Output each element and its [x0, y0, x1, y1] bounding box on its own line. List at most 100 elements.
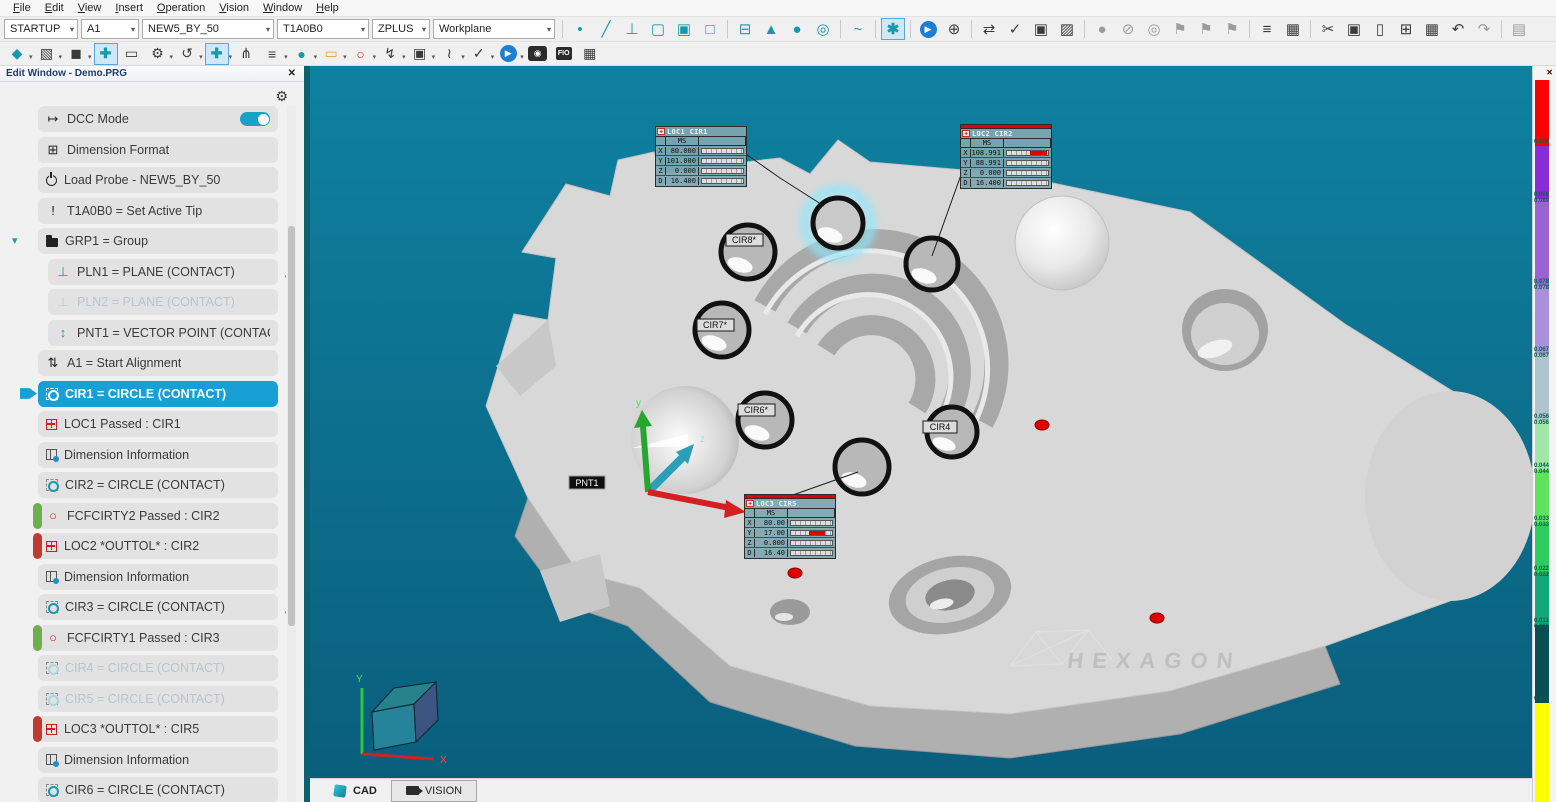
chevron-down-icon[interactable]: ▾ — [29, 53, 33, 61]
menu-help[interactable]: Help — [309, 1, 346, 15]
tab-cad[interactable]: CAD — [320, 780, 391, 802]
rotate-view-icon[interactable]: ↺ — [175, 43, 199, 65]
line-icon[interactable]: ╱ — [594, 18, 618, 40]
stop-icon[interactable]: ● — [1090, 18, 1114, 40]
copy-pattern-icon[interactable]: ▣ — [408, 43, 432, 65]
chevron-down-icon[interactable]: ▾ — [491, 53, 495, 61]
command-diminfo1[interactable]: Dimension Information — [38, 442, 278, 468]
chevron-down-icon[interactable]: ▾ — [520, 53, 524, 61]
undo-icon[interactable]: ↶ — [1446, 18, 1470, 40]
command-fcfcirty2[interactable]: ○FCFCIRTY2 Passed : CIR2 — [38, 503, 278, 529]
feature-list-icon[interactable]: ≡ — [260, 43, 284, 65]
feature-label-cir4[interactable]: CIR4 — [923, 421, 957, 433]
menu-window[interactable]: Window — [256, 1, 309, 15]
feature-label-cir6[interactable]: CIR6* — [738, 404, 775, 416]
report-list-icon[interactable]: ≡ — [1255, 18, 1279, 40]
feature-label-cir7[interactable]: CIR7* — [697, 319, 734, 331]
command-cir5[interactable]: CIR5 = CIRCLE (CONTACT) — [38, 686, 278, 712]
print-icon[interactable]: ▤ — [1507, 18, 1531, 40]
loop-icon[interactable]: ⇄ — [977, 18, 1001, 40]
callout-loc2-cir2[interactable]: ✚LOC2 CIR2MSX108.991Y88.991Z0.000D16.400 — [960, 124, 1052, 189]
probe-toolkit-icon[interactable]: ◆ — [5, 43, 29, 65]
document-remove-icon[interactable]: ▨ — [1055, 18, 1079, 40]
tab-vision[interactable]: VISION — [391, 780, 477, 802]
chevron-down-icon[interactable]: ▾ — [402, 53, 406, 61]
chevron-down-icon[interactable]: ▾ — [343, 53, 347, 61]
view-orientation-dropdown[interactable]: ZPLUS▾ — [372, 19, 430, 39]
path-lines-icon[interactable]: ≀ — [437, 43, 461, 65]
pattern-icon[interactable]: ▦ — [1420, 18, 1444, 40]
copy-icon[interactable]: ▣ — [1342, 18, 1366, 40]
chevron-down-icon[interactable]: ▾ — [284, 53, 288, 61]
execute-from-cursor-icon[interactable]: ⊕ — [942, 18, 966, 40]
command-cir6[interactable]: CIR6 = CIRCLE (CONTACT) — [38, 777, 278, 802]
command-a1[interactable]: ⇅A1 = Start Alignment — [38, 350, 278, 376]
paste-pattern-icon[interactable]: ⊞ — [1394, 18, 1418, 40]
chevron-down-icon[interactable]: ▾ — [314, 53, 318, 61]
program-settings-icon[interactable]: ⚙ — [146, 43, 170, 65]
comment-icon[interactable]: ▭ — [120, 43, 144, 65]
command-set-active-tip[interactable]: !T1A0B0 = Set Active Tip — [38, 198, 278, 224]
graph-view-icon[interactable]: ▦ — [578, 43, 602, 65]
chevron-down-icon[interactable]: ▾ — [229, 53, 233, 61]
cylinder-icon[interactable]: ⊟ — [733, 18, 757, 40]
workplane-dropdown[interactable]: Workplane▾ — [433, 19, 555, 39]
alignment-dropdown[interactable]: A1▾ — [81, 19, 139, 39]
command-load-probe[interactable]: Load Probe - NEW5_BY_50 — [38, 167, 278, 193]
quick-feature-icon[interactable]: ↯ — [378, 43, 402, 65]
menu-operation[interactable]: Operation — [150, 1, 212, 15]
bookmark-icon[interactable]: ⚑ — [1168, 18, 1192, 40]
menu-edit[interactable]: Edit — [38, 1, 71, 15]
chevron-down-icon[interactable]: ▾ — [170, 53, 174, 61]
command-cir3[interactable]: CIR3 = CIRCLE (CONTACT) — [38, 594, 278, 620]
live-view-icon[interactable]: FIO — [552, 43, 576, 65]
go-circle-icon[interactable]: ◎ — [1142, 18, 1166, 40]
command-loc2[interactable]: LOC2 *OUTTOL* : CIR2 — [38, 533, 278, 559]
command-loc1[interactable]: LOC1 Passed : CIR1 — [38, 411, 278, 437]
paste-icon[interactable]: ▯ — [1368, 18, 1392, 40]
dcc-mode-toggle[interactable] — [240, 112, 270, 126]
auto-feature-icon[interactable]: ✱ — [881, 18, 905, 40]
menu-file[interactable]: File — [6, 1, 38, 15]
blocked-icon[interactable]: ⊘ — [1116, 18, 1140, 40]
round-slot-icon[interactable]: ▢ — [646, 18, 670, 40]
command-dcc-mode[interactable]: ↦DCC Mode — [38, 106, 278, 132]
mark-done-icon[interactable]: ✓ — [1003, 18, 1027, 40]
confirm-icon[interactable]: ✓ — [467, 43, 491, 65]
menu-insert[interactable]: Insert — [108, 1, 150, 15]
document-check-icon[interactable]: ▣ — [1029, 18, 1053, 40]
chevron-down-icon[interactable]: ▾ — [461, 53, 465, 61]
execute-icon[interactable]: ▶ — [916, 18, 940, 40]
curve-icon[interactable]: ~ — [846, 18, 870, 40]
report-grid-icon[interactable]: ▦ — [1281, 18, 1305, 40]
command-cir4[interactable]: CIR4 = CIRCLE (CONTACT) — [38, 655, 278, 681]
cut-icon[interactable]: ✂ — [1316, 18, 1340, 40]
plane-icon[interactable]: ⊥ — [620, 18, 644, 40]
translate-view-icon[interactable]: ✚ — [205, 43, 229, 65]
command-pln2[interactable]: ⊥PLN2 = PLANE (CONTACT) — [48, 289, 278, 315]
callout-loc3-cir5[interactable]: ✚LOC3 CIR5MSX80.00Y17.00Z0.000D16.40 — [744, 494, 836, 559]
expand-caret-icon[interactable]: ▾ — [12, 234, 18, 247]
slot-feature-icon[interactable]: ▭ — [319, 43, 343, 65]
measurement-strategy-dropdown[interactable]: STARTUP▾ — [4, 19, 78, 39]
pan-view-icon[interactable]: ✚ — [94, 43, 118, 65]
callout-loc1-cir1[interactable]: ✚LOC1 CIR1MSX80.000Y101.000Z0.000D16.400 — [655, 126, 747, 187]
feature-label-pnt1[interactable]: PNT1 — [569, 476, 605, 489]
probe-path-icon[interactable]: ⋔ — [234, 43, 258, 65]
chevron-down-icon[interactable]: ▾ — [432, 53, 436, 61]
command-diminfo3[interactable]: Dimension Information — [38, 747, 278, 773]
command-cir2[interactable]: CIR2 = CIRCLE (CONTACT) — [38, 472, 278, 498]
camera-icon[interactable]: ◉ — [526, 43, 550, 65]
execute-program-icon[interactable]: ▶ — [496, 43, 520, 65]
cad-viewport[interactable]: HEXAGON — [310, 66, 1532, 778]
command-dimension-format[interactable]: ⊞Dimension Format — [38, 137, 278, 163]
command-pnt1[interactable]: ↕PNT1 = VECTOR POINT (CONTAC — [48, 320, 278, 346]
view-setup-icon[interactable]: ▧ — [35, 43, 59, 65]
menu-view[interactable]: View — [71, 1, 109, 15]
command-pln1[interactable]: ⊥PLN1 = PLANE (CONTACT) — [48, 259, 278, 285]
cone-icon[interactable]: ▲ — [759, 18, 783, 40]
scale-close-icon[interactable]: ✕ — [1546, 68, 1553, 77]
command-fcfcirty1[interactable]: ○FCFCIRTY1 Passed : CIR3 — [38, 625, 278, 651]
point-icon[interactable]: • — [568, 18, 592, 40]
bookmark-pin-icon[interactable]: ⚑ — [1194, 18, 1218, 40]
